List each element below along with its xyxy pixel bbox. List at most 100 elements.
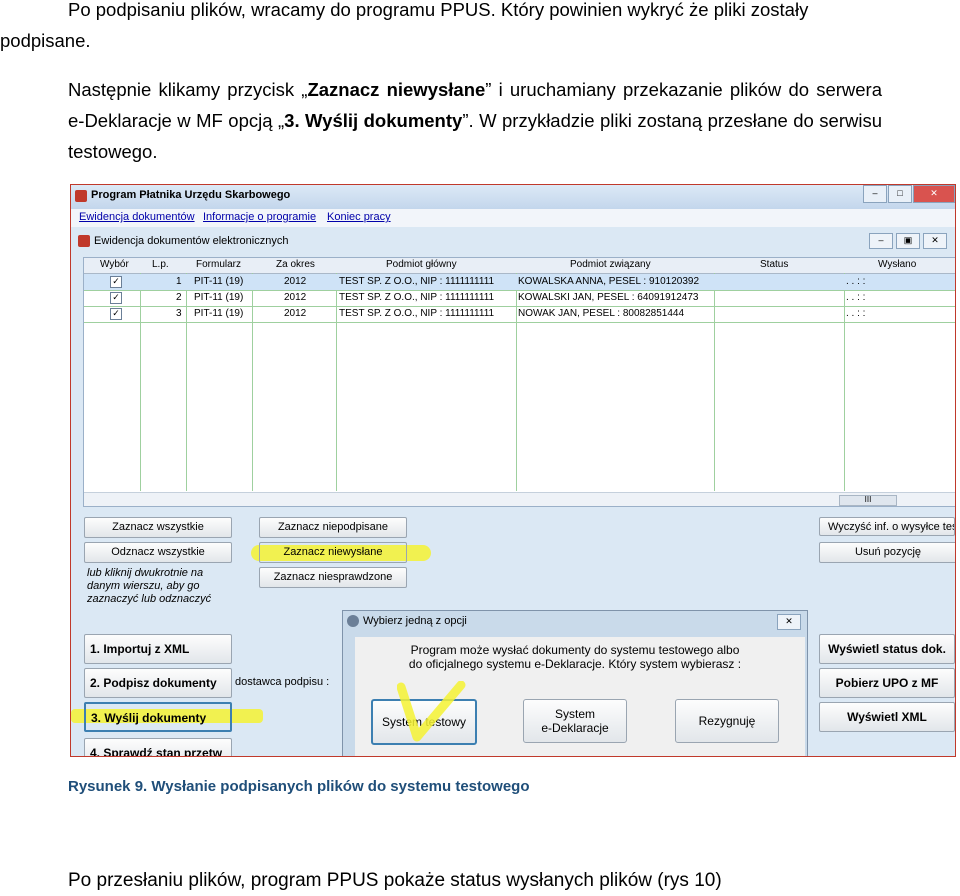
maximize-icon[interactable]: □ (888, 185, 912, 203)
col-header-sent[interactable]: Wysłano (878, 259, 916, 270)
paragraph-intro-line1: Po podpisaniu plików, wracamy do program… (68, 0, 809, 20)
col-header-lp[interactable]: L.p. (152, 259, 169, 270)
cell-sent: . . : : (846, 276, 866, 287)
dialog-titlebar: Wybierz jedną z opcji ✕ (343, 611, 807, 631)
hint-line: lub kliknij dwukrotnie na (87, 567, 204, 579)
cell-related-entity: NOWAK JAN, PESEL : 80082851444 (518, 308, 685, 319)
test-system-button[interactable]: System testowy (371, 699, 477, 745)
minimize-icon[interactable]: ‒ (863, 185, 887, 203)
sign-documents-button[interactable]: 2. Podpisz dokumenty (84, 668, 232, 698)
cell-period: 2012 (284, 292, 307, 303)
hint-line: danym wierszu, aby go (87, 580, 200, 592)
cell-related-entity: KOWALSKI JAN, PESEL : 64091912473 (518, 292, 699, 303)
choose-option-dialog: Wybierz jedną z opcji ✕ Program może wys… (342, 610, 808, 756)
figure-screenshot: Program Płatnika Urzędu Skarbowego ‒ □ ✕… (70, 184, 956, 757)
paragraph-instructions-body: Następnie klikamy przycisk „Zaznacz niew… (0, 74, 882, 167)
menu-bar: Ewidencja dokumentów Informacje o progra… (71, 209, 955, 227)
select-all-button[interactable]: Zaznacz wszystkie (84, 517, 232, 538)
close-icon[interactable]: ✕ (913, 185, 955, 203)
app-icon (75, 190, 87, 202)
dialog-message: Program może wysłać dokumenty do systemu… (355, 643, 795, 671)
table-row[interactable]: ✓ 1 PIT-11 (19) 2012 TEST SP. Z O.O., NI… (84, 274, 955, 291)
send-documents-button[interactable]: 3. Wyślij dokumenty (84, 702, 232, 732)
dialog-icon (347, 615, 359, 627)
table-row[interactable]: ✓ 2 PIT-11 (19) 2012 TEST SP. Z O.O., NI… (84, 290, 955, 307)
row-checkbox[interactable]: ✓ (110, 308, 122, 320)
document-icon (78, 235, 90, 247)
signature-supplier-label: dostawca podpisu : (235, 676, 330, 688)
table-header: Wybór L.p. Formularz Za okres Podmiot gł… (84, 258, 955, 274)
app-title: Program Płatnika Urzędu Skarbowego (91, 189, 291, 201)
minimize-icon[interactable]: ‒ (869, 233, 893, 249)
dialog-title: Wybierz jedną z opcji (363, 615, 467, 627)
select-unsent-button[interactable]: Zaznacz niewysłane (259, 542, 407, 563)
cancel-button[interactable]: Rezygnuję (675, 699, 779, 743)
cancel-label: Rezygnuję (698, 714, 756, 728)
close-icon[interactable]: ✕ (923, 233, 947, 249)
show-status-button[interactable]: Wyświetl status dok. (819, 634, 955, 664)
cell-lp: 1 (176, 276, 182, 287)
instructions-bold-send-docs: 3. Wyślij dokumenty (284, 110, 463, 131)
cell-main-entity: TEST SP. Z O.O., NIP : 1111111111 (339, 276, 495, 287)
cell-lp: 2 (176, 292, 182, 303)
cell-form: PIT-11 (19) (194, 292, 244, 303)
cell-period: 2012 (284, 276, 307, 287)
restore-icon[interactable]: ▣ (896, 233, 920, 249)
col-header-form[interactable]: Formularz (196, 259, 241, 270)
table-row[interactable]: ✓ 3 PIT-11 (19) 2012 TEST SP. Z O.O., NI… (84, 306, 955, 323)
cell-period: 2012 (284, 308, 307, 319)
close-icon[interactable]: ✕ (777, 614, 801, 630)
inner-window-title: Ewidencja dokumentów elektronicznych (94, 235, 289, 247)
cell-sent: . . : : (846, 308, 866, 319)
figure-caption: Rysunek 9. Wysłanie podpisanych plików d… (68, 778, 530, 795)
hint-text: lub kliknij dwukrotnie na danym wierszu,… (87, 567, 211, 606)
official-system-button[interactable]: System e-Deklaracje (523, 699, 627, 743)
menu-item-exit[interactable]: Koniec pracy (327, 211, 391, 223)
cell-lp: 3 (176, 308, 182, 319)
col-header-select[interactable]: Wybór (100, 259, 129, 270)
clear-sent-info-button[interactable]: Wyczyść inf. o wysyłce tes (819, 517, 955, 536)
cell-main-entity: TEST SP. Z O.O., NIP : 1111111111 (339, 292, 495, 303)
inner-window-controls: ‒ ▣ ✕ (866, 233, 947, 249)
select-unchecked-button[interactable]: Zaznacz niesprawdzone (259, 567, 407, 588)
dialog-message-line: do oficjalnego systemu e-Deklaracje. Któ… (408, 657, 742, 671)
menu-item-documents[interactable]: Ewidencja dokumentów (79, 211, 195, 223)
inner-window-titlebar: Ewidencja dokumentów elektronicznych ‒ ▣… (75, 231, 951, 253)
paragraph-next: Po przesłaniu plików, program PPUS pokaż… (68, 870, 722, 891)
show-xml-button[interactable]: Wyświetl XML (819, 702, 955, 732)
official-system-label: e-Deklaracje (541, 721, 609, 735)
col-header-status[interactable]: Status (760, 259, 788, 270)
row-checkbox[interactable]: ✓ (110, 292, 122, 304)
cell-main-entity: TEST SP. Z O.O., NIP : 1111111111 (339, 308, 495, 319)
paragraph-intro-line2: podpisane. (0, 30, 91, 51)
app-titlebar: Program Płatnika Urzędu Skarbowego ‒ □ ✕ (71, 185, 955, 209)
scrollbar-thumb[interactable]: III (839, 495, 897, 506)
cell-form: PIT-11 (19) (194, 308, 244, 319)
dialog-message-line: Program może wysłać dokumenty do systemu… (410, 643, 740, 657)
paragraph-instructions: Następnie klikamy przycisk „Zaznacz niew… (0, 74, 882, 167)
window-controls: ‒ □ ✕ (862, 185, 955, 203)
select-unsigned-button[interactable]: Zaznacz niepodpisane (259, 517, 407, 538)
cell-related-entity: KOWALSKA ANNA, PESEL : 910120392 (518, 276, 700, 287)
col-header-main-entity[interactable]: Podmiot główny (386, 259, 457, 270)
test-system-label: System testowy (381, 715, 467, 729)
import-xml-button[interactable]: 1. Importuj z XML (84, 634, 232, 664)
horizontal-scrollbar[interactable]: III (84, 492, 955, 506)
menu-item-about[interactable]: Informacje o programie (203, 211, 316, 223)
cell-form: PIT-11 (19) (194, 276, 244, 287)
instructions-bold-select-unsent: Zaznacz niewysłane (307, 79, 486, 100)
check-status-button[interactable]: 4. Sprawdź stan przetw (84, 738, 232, 756)
get-upo-button[interactable]: Pobierz UPO z MF (819, 668, 955, 698)
hint-line: zaznaczyć lub odznaczyć (87, 593, 212, 605)
dialog-body: Program może wysłać dokumenty do systemu… (355, 637, 805, 756)
cell-sent: . . : : (846, 292, 866, 303)
deselect-all-button[interactable]: Odznacz wszystkie (84, 542, 232, 563)
delete-item-button[interactable]: Usuń pozycję (819, 542, 955, 563)
paragraph-intro: Po podpisaniu plików, wracamy do program… (0, 0, 882, 56)
documents-table: Wybór L.p. Formularz Za okres Podmiot gł… (83, 257, 955, 507)
col-header-related-entity[interactable]: Podmiot związany (570, 259, 651, 270)
row-checkbox[interactable]: ✓ (110, 276, 122, 288)
official-system-label: System (554, 707, 595, 721)
instructions-text-a: Następnie klikamy przycisk „ (68, 79, 308, 100)
col-header-period[interactable]: Za okres (276, 259, 315, 270)
